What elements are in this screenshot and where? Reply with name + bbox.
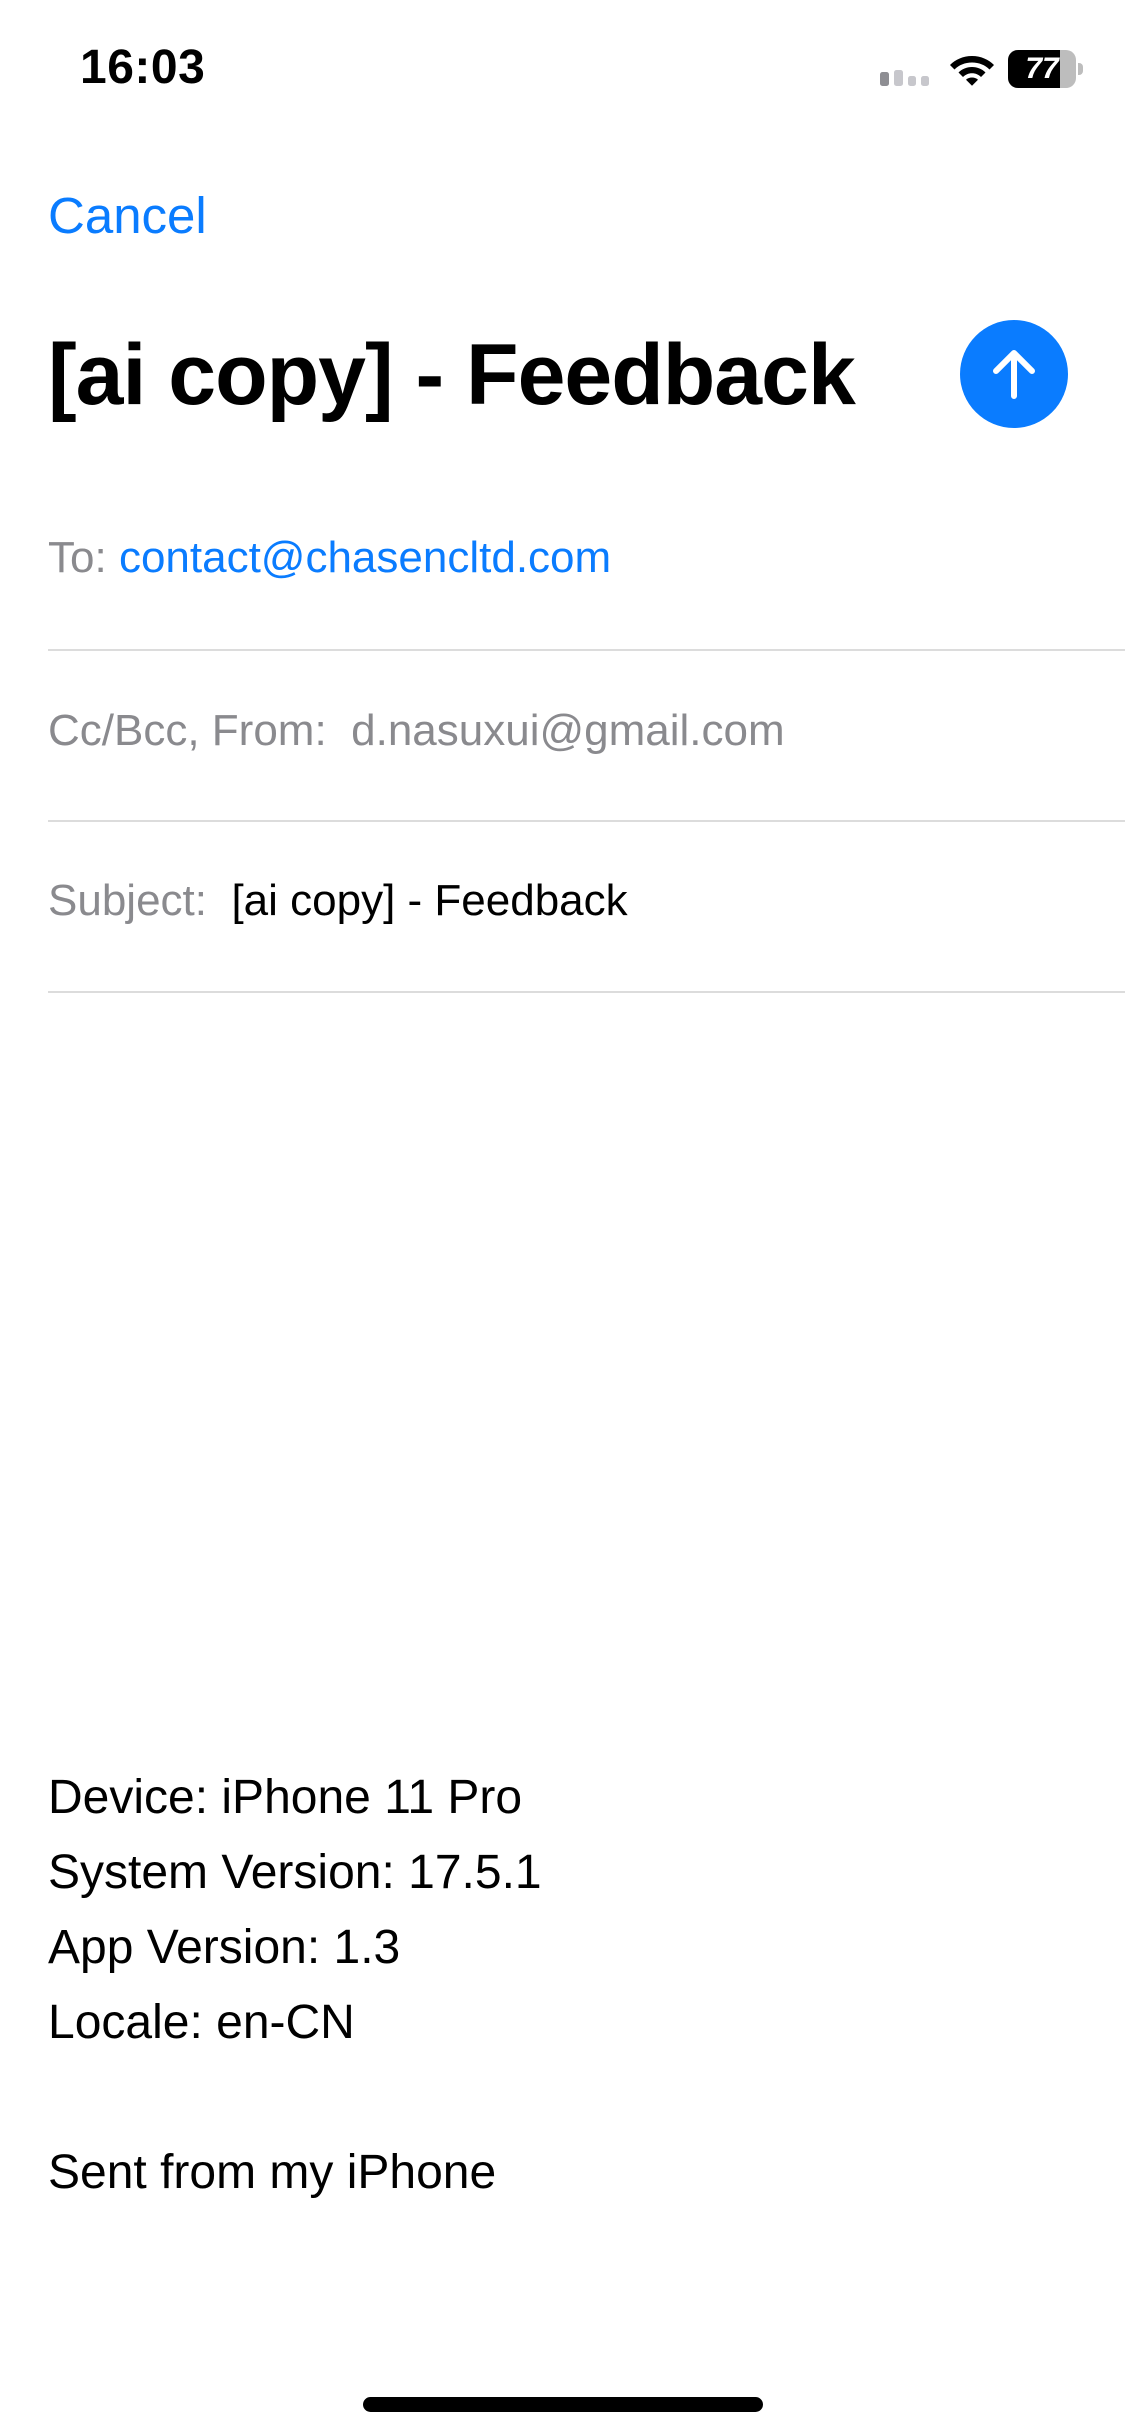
status-time: 16:03 [80, 41, 206, 94]
cc-bcc-from-field[interactable]: Cc/Bcc, From: d.nasuxui@gmail.com [48, 651, 1125, 822]
battery-body: 77 [1008, 50, 1076, 88]
subject-field[interactable]: Subject: [ai copy] - Feedback [48, 822, 1125, 993]
message-body[interactable]: Device: iPhone 11 Pro System Version: 17… [48, 1760, 1078, 2210]
battery-cap [1078, 63, 1083, 75]
from-address[interactable]: d.nasuxui@gmail.com [351, 706, 785, 755]
to-label: To: [48, 533, 107, 582]
body-gap [48, 2060, 1078, 2135]
subject-value[interactable]: [ai copy] - Feedback [231, 876, 627, 925]
body-line-device: Device: iPhone 11 Pro [48, 1771, 523, 1824]
wifi-icon [950, 56, 994, 86]
send-button[interactable] [960, 320, 1068, 428]
page-title: [ai copy] - Feedback [48, 327, 856, 423]
body-line-locale: Locale: en-CN [48, 1996, 355, 2049]
arrow-up-icon [993, 350, 1035, 399]
battery-level: 77 [1025, 52, 1059, 85]
signature: Sent from my iPhone [48, 2146, 497, 2199]
body-line-app-version: App Version: 1.3 [48, 1921, 401, 1974]
signal-icon [880, 70, 929, 86]
to-field[interactable]: To: contact@chasencltd.com [48, 481, 1125, 651]
home-indicator[interactable] [363, 2397, 763, 2412]
to-recipient[interactable]: contact@chasencltd.com [119, 533, 611, 582]
body-line-system-version: System Version: 17.5.1 [48, 1846, 542, 1899]
battery-icon: 77 [1008, 50, 1084, 88]
cc-bcc-from-label: Cc/Bcc, From: [48, 706, 327, 755]
cancel-button[interactable]: Cancel [48, 186, 207, 245]
subject-label: Subject: [48, 876, 207, 925]
status-bar: 16:03 77 [0, 0, 1125, 140]
title-row: [ai copy] - Feedback [48, 318, 1088, 438]
